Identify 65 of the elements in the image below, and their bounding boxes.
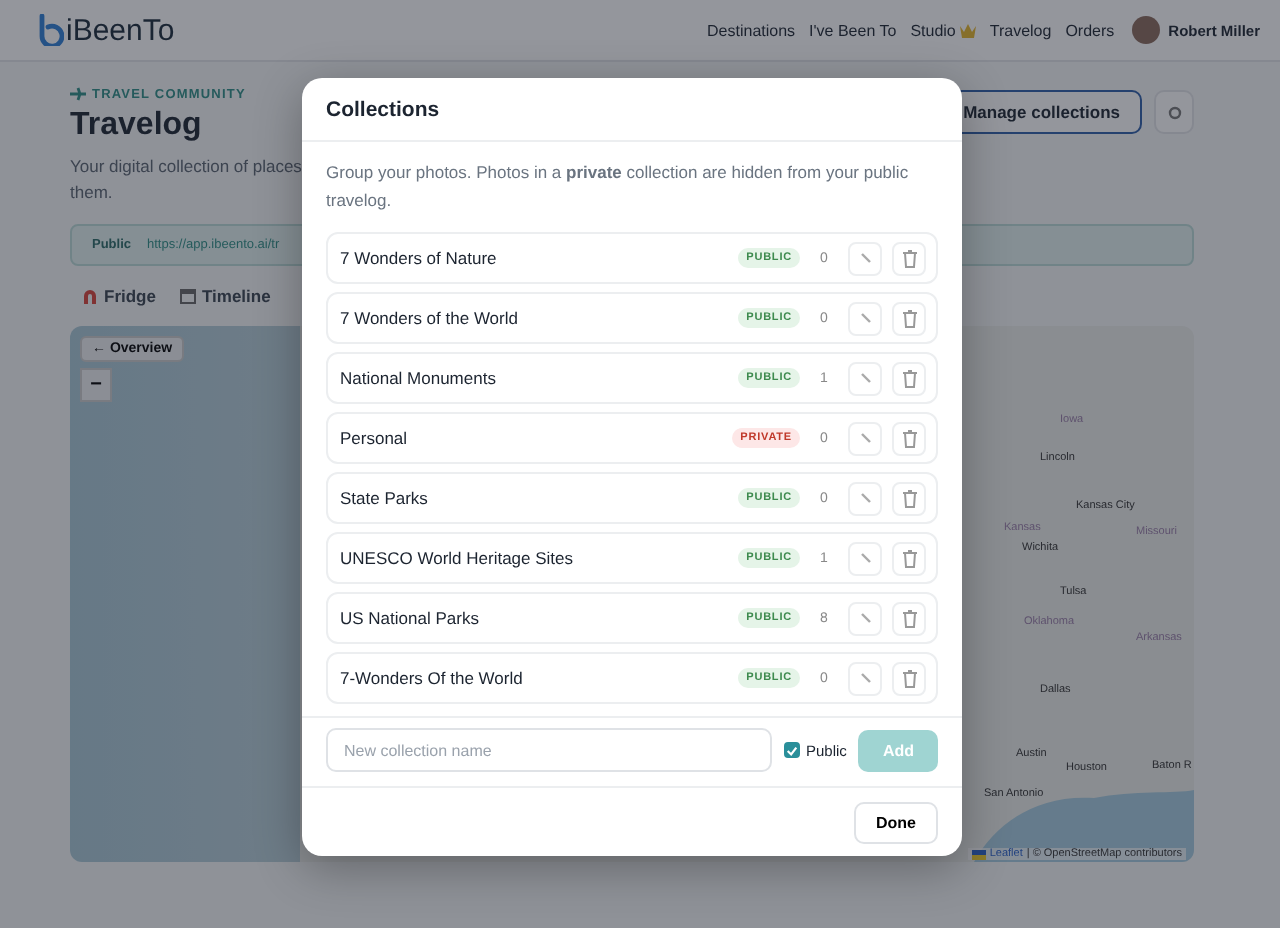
collection-name: 7-Wonders Of the World xyxy=(340,668,525,688)
delete-button[interactable] xyxy=(892,481,926,515)
edit-button[interactable] xyxy=(848,361,882,395)
collection-name-input[interactable]: New collection name xyxy=(326,728,772,772)
delete-button[interactable] xyxy=(892,421,926,455)
plane-icon xyxy=(70,86,86,102)
pencil-icon xyxy=(859,552,871,564)
collection-name: 7 Wonders of the World xyxy=(340,308,520,328)
delete-button[interactable] xyxy=(892,361,926,395)
edit-button[interactable] xyxy=(848,421,882,455)
magnet-icon xyxy=(82,288,98,304)
pencil-icon xyxy=(859,612,871,624)
page-title: Travelog xyxy=(70,108,204,144)
nav-link[interactable]: Destinations xyxy=(707,21,796,39)
pencil-icon xyxy=(859,312,871,324)
edit-button[interactable] xyxy=(848,661,882,695)
trash-icon xyxy=(901,489,917,507)
avatar-icon[interactable] xyxy=(1132,16,1161,44)
delete-button[interactable] xyxy=(892,601,926,635)
delete-button[interactable] xyxy=(892,661,926,695)
checkmark-icon xyxy=(786,743,798,757)
pencil-icon xyxy=(859,372,871,384)
collection-name: State Parks xyxy=(340,488,430,508)
nav-link[interactable]: I've Been To xyxy=(809,21,897,39)
public-checkbox[interactable] xyxy=(784,742,800,758)
collection-name: 7 Wonders of Nature xyxy=(340,248,499,268)
calendar-icon xyxy=(179,288,196,304)
dialog-title: Collections xyxy=(326,97,440,121)
trash-icon xyxy=(901,309,917,327)
logo-text[interactable]: iBeenTo xyxy=(66,13,175,47)
nav-link[interactable]: Orders xyxy=(1065,21,1115,39)
done-button[interactable]: Done xyxy=(854,801,938,843)
page-description: them. xyxy=(70,180,115,206)
collection-name: Personal xyxy=(340,428,410,448)
edit-button[interactable] xyxy=(848,541,882,575)
logo-icon xyxy=(36,14,64,46)
flag-icon xyxy=(971,849,986,859)
edit-button[interactable] xyxy=(848,481,882,515)
collection-name: UNESCO World Heritage Sites xyxy=(340,548,576,568)
delete-button[interactable] xyxy=(892,301,926,335)
pencil-icon xyxy=(859,672,871,684)
delete-button[interactable] xyxy=(892,541,926,575)
settings-button[interactable] xyxy=(1154,90,1194,134)
view-tab[interactable]: Fridge xyxy=(82,286,156,306)
zoom-out-button[interactable]: − xyxy=(80,368,112,402)
trash-icon xyxy=(901,609,917,627)
nav-link[interactable]: Travelog xyxy=(989,21,1052,39)
trash-icon xyxy=(901,669,917,687)
delete-button[interactable] xyxy=(892,241,926,275)
trash-icon xyxy=(901,549,917,567)
edit-button[interactable] xyxy=(848,241,882,275)
trash-icon xyxy=(901,249,917,267)
pencil-icon xyxy=(859,492,871,504)
trash-icon xyxy=(901,429,917,447)
collection-name: National Monuments xyxy=(340,368,498,388)
edit-button[interactable] xyxy=(848,601,882,635)
pencil-icon xyxy=(859,252,871,264)
nav-link[interactable]: Studio xyxy=(910,21,976,39)
dialog-description: Group your photos. Photos in a private collection are hidden from your public travelog. xyxy=(326,160,911,214)
view-tab[interactable]: Timeline xyxy=(179,286,271,306)
collection-name: US National Parks xyxy=(340,608,481,628)
pencil-icon xyxy=(859,432,871,444)
edit-button[interactable] xyxy=(848,301,882,335)
page-description: Your digital collection of places xyxy=(70,154,302,180)
trash-icon xyxy=(901,369,917,387)
